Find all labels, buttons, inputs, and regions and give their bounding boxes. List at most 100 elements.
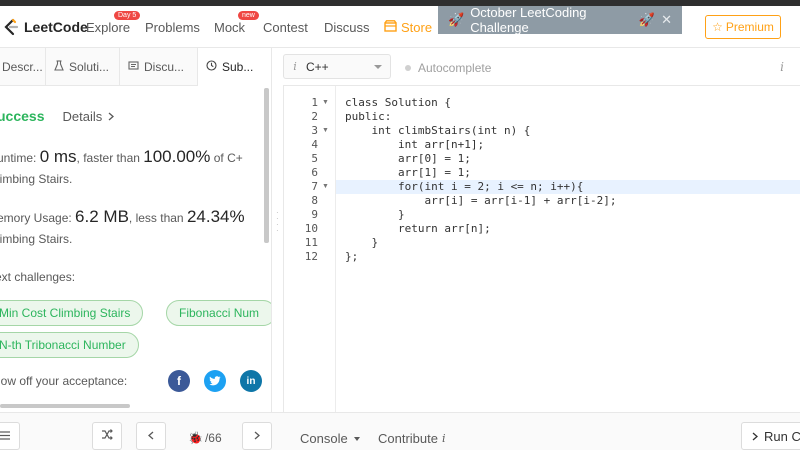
contribute-button[interactable]: Contribute i [378, 431, 446, 446]
next-challenges-label: ext challenges: [0, 270, 76, 284]
result-header: uccess Details [0, 108, 270, 124]
linkedin-icon[interactable]: in [240, 370, 262, 392]
shuffle-icon [101, 429, 113, 443]
chevron-down-icon [353, 436, 360, 441]
fold-arrow-icon[interactable]: ▼ [322, 180, 329, 194]
line-number: 6 [311, 166, 318, 179]
flask-icon [54, 60, 64, 74]
pager-total: /66 [204, 431, 222, 445]
nav-discuss[interactable]: Discuss [324, 20, 370, 35]
nav-mock-label: Mock [214, 20, 246, 35]
horizontal-scrollbar[interactable] [0, 404, 130, 408]
close-icon[interactable]: ✕ [661, 12, 672, 28]
tab-discuss[interactable]: Discu... [120, 48, 198, 86]
premium-label: Premium [725, 20, 774, 34]
code-line: } [345, 208, 405, 221]
nav-mock[interactable]: Mock new [214, 11, 259, 35]
memory-label: emory Usage: [0, 211, 72, 225]
logo-text: LeetCode [24, 19, 88, 35]
code-line: arr[0] = 1; [345, 152, 471, 165]
fold-arrow-icon[interactable]: ▼ [322, 124, 329, 138]
memory-value: 6.2 MB [75, 207, 129, 226]
problem-list-button[interactable] [0, 422, 20, 450]
challenge-chip-min-cost[interactable]: Min Cost Climbing Stairs [0, 300, 144, 326]
problem-tabs: Descr... Soluti... Discu... Sub... [0, 48, 271, 86]
bottom-bar: 🐞 /66 Console Contribute i Run Co [0, 412, 800, 450]
nav-problems[interactable]: Problems [145, 20, 200, 35]
chevron-right-icon [254, 429, 260, 443]
run-code-label: Run Co [764, 428, 800, 444]
console-toggle[interactable]: Console [300, 431, 360, 446]
runtime-stat: untime: 0 ms, faster than 100.00% of C+ … [0, 146, 269, 190]
star-icon: ☆ [712, 20, 723, 34]
panel-splitter-handle[interactable]: · · · · [276, 209, 279, 235]
language-select[interactable]: i C++ [283, 54, 391, 79]
challenge-banner-text: October LeetCoding Challenge [470, 5, 587, 35]
premium-button[interactable]: ☆ Premium [705, 15, 781, 39]
line-number: 2 [311, 110, 318, 123]
nav-store[interactable]: Store [384, 20, 432, 35]
code-line: return arr[n]; [345, 222, 491, 235]
contribute-label: Contribute [378, 431, 438, 446]
code-line: arr[i] = arr[i-1] + arr[i-2]; [345, 194, 617, 207]
code-editor[interactable]: 1 ▼ 2 3 ▼ 4 5 6 7 ▼ 8 9 10 11 12 class S… [283, 86, 800, 412]
editor-toolbar: i C++ Autocomplete i [283, 48, 800, 86]
tab-discuss-label: Discu... [144, 60, 185, 74]
runtime-percentile: 100.00% [143, 147, 211, 166]
memory-stat: emory Usage: 6.2 MB, less than 24.34% li… [0, 206, 269, 250]
top-navbar: LeetCode Explore Day 5 Problems Mock new… [0, 5, 800, 48]
code-line: int climbStairs(int n) { [345, 124, 531, 137]
chevron-down-icon [374, 64, 382, 69]
nav-contest[interactable]: Contest [263, 20, 308, 35]
code-area[interactable]: class Solution { public: int climbStairs… [336, 86, 800, 412]
random-problem-button[interactable] [92, 422, 122, 450]
store-icon [384, 20, 397, 35]
run-code-button[interactable]: Run Co [741, 422, 800, 450]
runtime-problem-name: limbing Stairs. [0, 172, 73, 186]
line-number: 12 [304, 250, 318, 263]
info-icon: i [293, 60, 297, 73]
fold-arrow-icon[interactable]: ▼ [322, 96, 329, 110]
line-number: 7 [311, 180, 318, 193]
language-value: C++ [306, 59, 329, 74]
explore-day-badge: Day 5 [114, 11, 141, 20]
nav-explore[interactable]: Explore Day 5 [86, 11, 141, 35]
console-label: Console [300, 431, 348, 446]
memory-percentile: 24.34% [186, 207, 245, 226]
challenge-banner[interactable]: 🚀 October LeetCoding Challenge 🚀 ✕ [438, 5, 682, 35]
challenge-chip-tribonacci[interactable]: N-th Tribonacci Number [0, 332, 139, 358]
details-label: Details [62, 108, 103, 124]
facebook-icon[interactable]: f [168, 370, 190, 392]
autocomplete-toggle[interactable]: Autocomplete [405, 61, 491, 75]
rocket-icon-right: 🚀 [638, 12, 656, 27]
success-status: uccess [0, 108, 45, 124]
nav-explore-label: Explore [86, 20, 131, 35]
tab-description[interactable]: Descr... [0, 48, 46, 86]
clock-icon [206, 60, 217, 74]
code-line: } [345, 236, 379, 249]
toggle-dot-icon [405, 65, 411, 71]
memory-compare: , less than [128, 211, 184, 225]
editor-info-icon[interactable]: i [780, 60, 784, 74]
tab-solution-label: Soluti... [69, 60, 110, 74]
next-problem-button[interactable] [242, 422, 272, 450]
prev-problem-button[interactable] [136, 422, 166, 450]
leetcode-logo-icon [2, 18, 20, 36]
leetcode-logo[interactable]: LeetCode [2, 18, 88, 36]
challenge-chip-fibonacci[interactable]: Fibonacci Num [166, 300, 271, 326]
comment-icon [128, 60, 139, 74]
vertical-scrollbar[interactable] [264, 88, 269, 243]
info-icon: i [441, 432, 446, 445]
details-link[interactable]: Details [62, 108, 115, 124]
tab-description-label: Descr... [2, 60, 43, 74]
tab-solution[interactable]: Soluti... [46, 48, 120, 86]
chevron-left-icon [148, 429, 154, 443]
runtime-tail: of C+ [213, 151, 243, 165]
problem-pager[interactable]: 🐞 /66 [188, 431, 222, 445]
twitter-icon[interactable] [204, 370, 226, 392]
tab-submissions[interactable]: Sub... [198, 48, 271, 86]
code-line: public: [345, 110, 392, 123]
code-line: class Solution { [345, 96, 451, 109]
line-number: 8 [311, 194, 318, 207]
line-number-gutter: 1 ▼ 2 3 ▼ 4 5 6 7 ▼ 8 9 10 11 12 [284, 86, 336, 412]
